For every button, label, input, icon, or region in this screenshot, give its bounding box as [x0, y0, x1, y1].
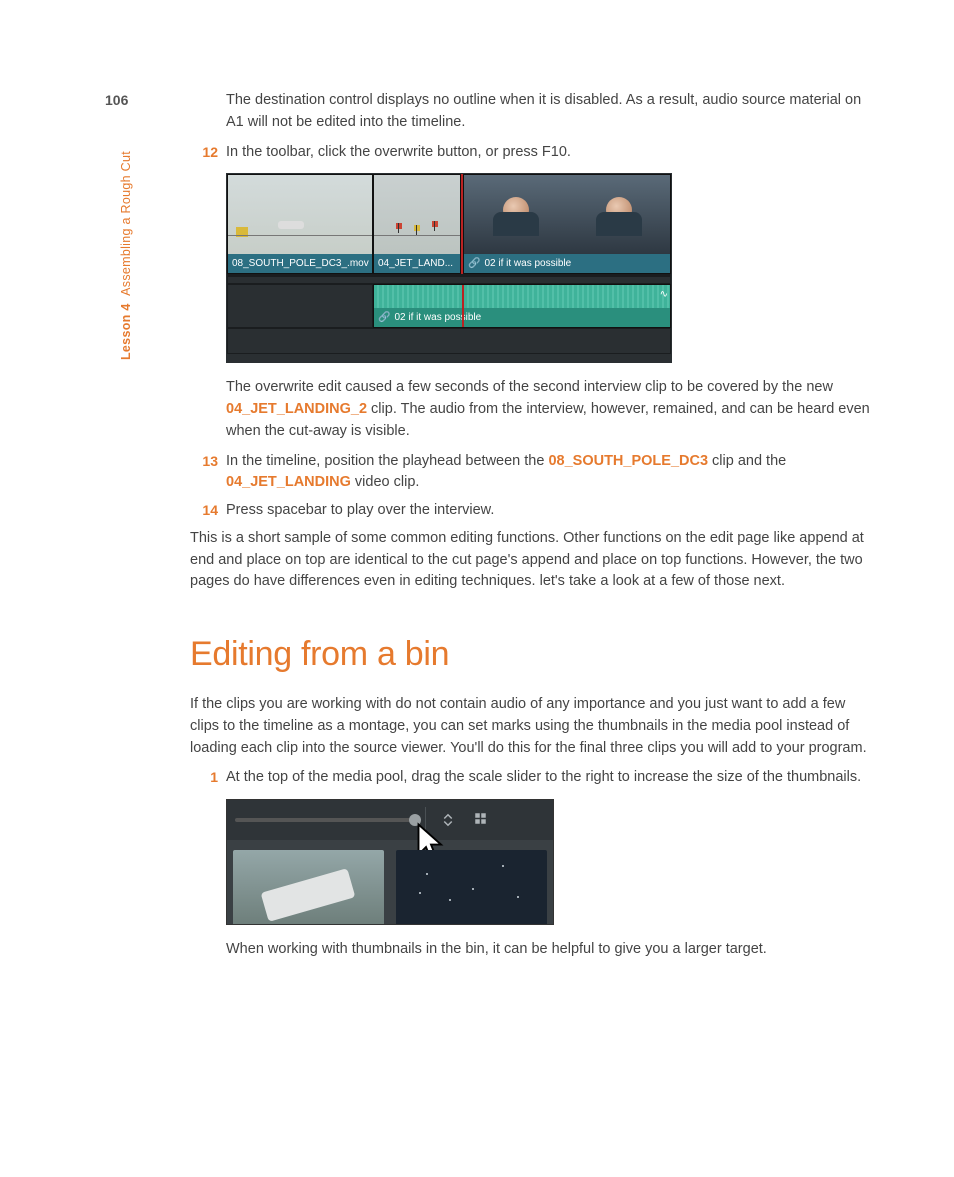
step-12: 12 In the toolbar, click the overwrite b… — [190, 142, 874, 164]
scale-slider[interactable] — [235, 818, 415, 822]
step-text: In the timeline, position the playhead b… — [226, 451, 874, 495]
link-icon: 🔗 — [468, 256, 480, 271]
step-text: In the toolbar, click the overwrite butt… — [226, 142, 874, 164]
thumbnail-view-icon[interactable] — [470, 808, 494, 832]
clip-label: 08_SOUTH_POLE_DC3_.mov — [228, 254, 372, 273]
page-number: 106 — [105, 90, 128, 111]
step-1: 1 At the top of the media pool, drag the… — [190, 767, 874, 789]
clip-label: 04_JET_LAND... — [374, 254, 460, 273]
section-intro: If the clips you are working with do not… — [190, 694, 874, 759]
figure-caption: When working with thumbnails in the bin,… — [226, 939, 874, 961]
clip-label-linked: 🔗 02 if it was possible — [464, 254, 670, 273]
step-number: 1 — [190, 767, 226, 788]
step-text: At the top of the media pool, drag the s… — [226, 767, 874, 789]
intro-paragraph: The destination control displays no outl… — [226, 90, 874, 134]
figure-media-pool-toolbar — [226, 799, 554, 925]
thumbnail-stars[interactable] — [396, 850, 547, 925]
step-number: 12 — [190, 142, 226, 163]
link-icon: 🔗 — [378, 310, 390, 325]
step-13: 13 In the timeline, position the playhea… — [190, 451, 874, 495]
step-number: 13 — [190, 451, 226, 472]
section-heading: Editing from a bin — [190, 629, 874, 680]
step-text: Press spacebar to play over the intervie… — [226, 500, 874, 522]
thumbnail-plane[interactable] — [233, 850, 384, 925]
audio-label-linked: 🔗 02 if it was possible — [374, 308, 670, 327]
running-head: Lesson 4 Assembling a Rough Cut — [117, 151, 136, 360]
summary-paragraph: This is a short sample of some common ed… — [190, 528, 874, 593]
step-number: 14 — [190, 500, 226, 521]
figure-timeline: 08_SOUTH_POLE_DC3_.mov 04_JET_LAND... — [226, 173, 672, 363]
step-14: 14 Press spacebar to play over the inter… — [190, 500, 874, 522]
paragraph: The overwrite edit caused a few seconds … — [226, 377, 874, 442]
